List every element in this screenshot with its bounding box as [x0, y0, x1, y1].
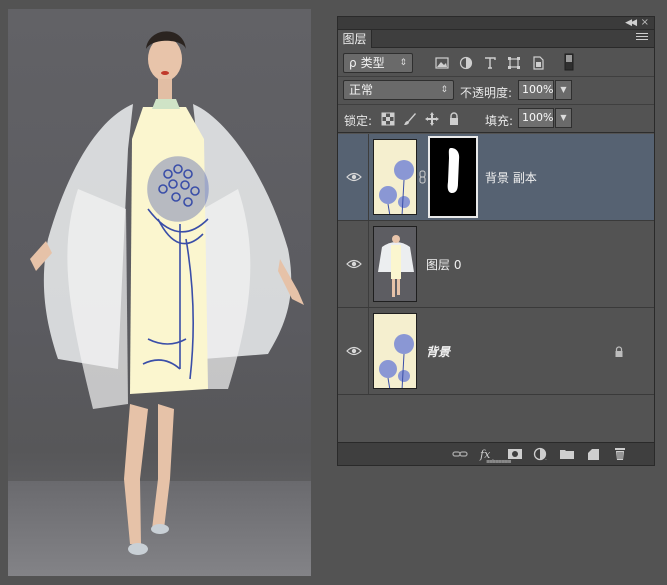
visibility-toggle[interactable]: [338, 308, 369, 394]
fill-field[interactable]: 100%: [518, 108, 554, 128]
adjustment-filter-icon[interactable]: [459, 56, 473, 70]
model-illustration: [30, 31, 304, 555]
layer-row-layer-0[interactable]: 图层 0: [338, 221, 654, 308]
opacity-field[interactable]: 100%: [518, 80, 554, 100]
eye-icon: [346, 259, 362, 269]
lotus-thumbnail-image: [374, 314, 416, 388]
layer-row-background[interactable]: 背景: [338, 308, 654, 395]
visibility-toggle[interactable]: [338, 221, 369, 307]
smart-object-filter-icon[interactable]: [531, 56, 545, 70]
lock-transparent-pixels-icon[interactable]: [381, 112, 395, 126]
search-icon: ρ: [349, 56, 357, 70]
lock-row: 锁定: 填充: 100% ▼: [338, 105, 654, 133]
new-layer-icon[interactable]: [585, 447, 601, 461]
lock-label: 锁定:: [344, 114, 373, 128]
panel-menu-icon[interactable]: [636, 33, 648, 43]
panel-tab-bar: 图层: [338, 30, 654, 48]
layer-thumbnail[interactable]: [373, 139, 417, 215]
type-filter-icon[interactable]: [483, 56, 497, 70]
collapse-panel-icon[interactable]: ◀◀: [625, 18, 637, 28]
svg-text:.: .: [545, 455, 547, 461]
canvas-photo: [8, 9, 311, 576]
lock-image-pixels-brush-icon[interactable]: [403, 112, 417, 126]
resize-grip-icon[interactable]: ▪▪▪▪▪▪▪▪: [486, 458, 512, 465]
layer-mask-thumbnail[interactable]: [428, 136, 478, 218]
fill-label: 填充:: [485, 114, 514, 128]
panel-title-bar[interactable]: ◀◀ ×: [338, 17, 654, 30]
link-layers-icon[interactable]: [452, 447, 468, 461]
filter-row: ρ 类型 ⇕: [338, 49, 654, 77]
visibility-toggle[interactable]: [338, 134, 369, 220]
eye-icon: [346, 172, 362, 182]
fill-dropdown-button[interactable]: ▼: [555, 108, 572, 128]
layers-list: 背景 副本 图层 0 背景: [338, 134, 654, 442]
model-thumbnail-image: [374, 227, 416, 301]
updown-arrow-icon: ⇕: [399, 58, 407, 68]
layers-panel: ◀◀ × 图层 ρ 类型 ⇕ 正常 ⇕ 不透明度: 100% ▼ 锁定: 填充:…: [337, 16, 655, 466]
opacity-dropdown-button[interactable]: ▼: [555, 80, 572, 100]
layer-filter-dropdown[interactable]: ρ 类型 ⇕: [343, 53, 413, 73]
blend-row: 正常 ⇕ 不透明度: 100% ▼: [338, 77, 654, 105]
new-group-folder-icon[interactable]: [559, 447, 575, 461]
layer-name[interactable]: 图层 0: [426, 256, 461, 273]
layer-name[interactable]: 背景 副本: [485, 169, 537, 186]
shape-filter-icon[interactable]: [507, 56, 521, 70]
lock-position-move-icon[interactable]: [425, 112, 439, 126]
blend-mode-value: 正常: [349, 83, 374, 97]
lotus-thumbnail-image: [374, 140, 416, 214]
updown-arrow-icon: ⇕: [440, 85, 448, 95]
layer-row-background-copy[interactable]: 背景 副本: [338, 134, 654, 221]
mask-link-icon[interactable]: [419, 170, 426, 184]
layer-lock-icon[interactable]: [614, 346, 624, 358]
opacity-label: 不透明度:: [460, 86, 513, 100]
tab-layers[interactable]: 图层: [338, 30, 372, 48]
close-panel-icon[interactable]: ×: [641, 17, 649, 28]
filter-type-label: 类型: [360, 56, 385, 70]
delete-layer-trash-icon[interactable]: [612, 447, 628, 461]
adjustment-layer-icon[interactable]: .: [533, 447, 549, 461]
eye-icon: [346, 346, 362, 356]
pixel-layer-filter-icon[interactable]: [435, 56, 449, 70]
layer-thumbnail[interactable]: [373, 226, 417, 302]
filter-toggle-switch-icon[interactable]: [564, 53, 574, 71]
panel-bottom-bar: fx . . ▪▪▪▪▪▪▪▪: [338, 442, 654, 465]
lock-all-icon[interactable]: [447, 112, 461, 126]
mask-shape: [447, 148, 460, 193]
blend-mode-dropdown[interactable]: 正常 ⇕: [343, 80, 454, 100]
layer-thumbnail[interactable]: [373, 313, 417, 389]
layer-name[interactable]: 背景: [426, 343, 450, 360]
